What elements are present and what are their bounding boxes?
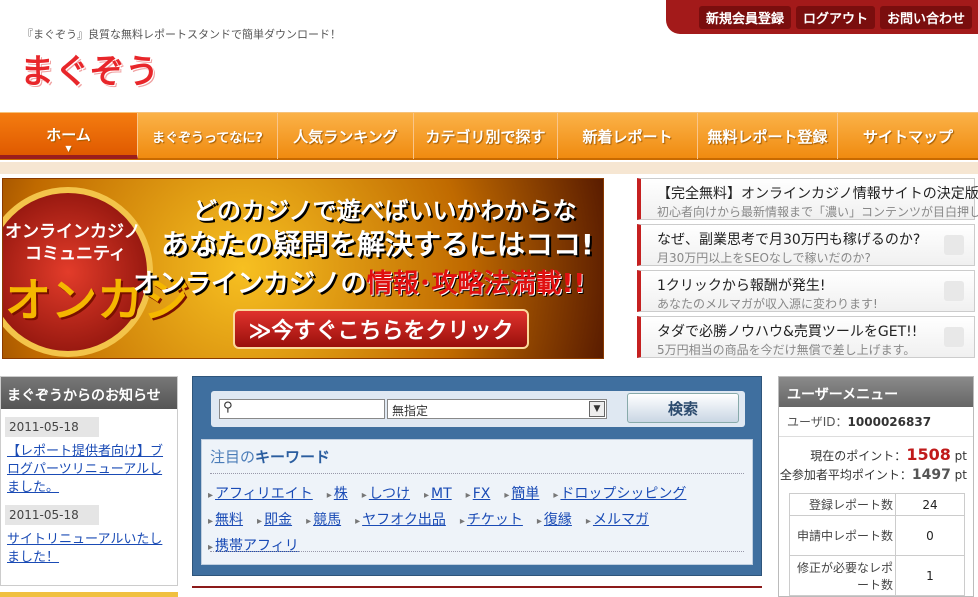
ad-item[interactable]: タダで必勝ノウハウ&売買ツールをGET!! 5万円相当の商品を今だけ無償で差し上げ… <box>637 316 975 358</box>
register-link[interactable]: 新規会員登録 <box>698 5 791 29</box>
search-row: ⚲ 無指定 ▼ 検索 <box>211 391 745 427</box>
news-panel: まぐぞうからのお知らせ 2011-05-18 【レポート提供者向け】ブログパーツ… <box>0 376 178 586</box>
keyword-link[interactable]: しつけ <box>362 482 410 508</box>
search-input[interactable] <box>219 399 385 419</box>
keyword-link[interactable]: ドロップシッピング <box>553 482 686 508</box>
ad-thumb-icon <box>944 281 964 301</box>
keyword-link[interactable]: 携帯アフィリ <box>208 534 299 560</box>
banner-headline2: あなたの疑問を解決するにはココ! <box>161 228 594 261</box>
news-link[interactable]: サイトリニューアルいたしました！ <box>7 531 171 567</box>
nav-under-strip <box>0 162 978 174</box>
search-button[interactable]: 検索 <box>627 393 739 423</box>
top-links: 新規会員登録 ログアウト お問い合わせ <box>666 0 978 34</box>
keyword-link[interactable]: 復縁 <box>537 508 572 534</box>
keyword-link[interactable]: チケット <box>460 508 523 534</box>
report-stats-table: 登録レポート数 24 申請中レポート数 0 修正が必要なレポート数 1 <box>789 493 965 596</box>
keyword-list: アフィリエイト 株 しつけ MT FX 簡単 ドロップシッピング 無料 即金 競… <box>202 474 752 568</box>
keyword-link[interactable]: 株 <box>327 482 348 508</box>
user-id: ユーザID：1000026837 <box>779 407 973 437</box>
table-row: 申請中レポート数 0 <box>789 515 965 556</box>
main-nav: ホーム ▼ まぐぞうってなに? 人気ランキング カテゴリ別で探す 新着レポート 無… <box>0 112 978 160</box>
nav-home[interactable]: ホーム ▼ <box>0 113 138 159</box>
keyword-link[interactable]: 競馬 <box>306 508 341 534</box>
nav-new-reports[interactable]: 新着レポート <box>558 113 698 159</box>
news-date: 2011-05-18 <box>5 417 99 437</box>
side-ads: 【完全無料】オンラインカジノ情報サイトの決定版 初心者向けから最新情報まで「濃い」… <box>637 178 978 362</box>
average-points: 全参加者平均ポイント：1497 pt <box>779 467 967 483</box>
keyword-link[interactable]: MT <box>424 482 452 508</box>
dropdown-arrow-icon: ▼ <box>589 401 605 417</box>
user-menu: ユーザーメニュー ユーザID：1000026837 現在のポイント：1508 p… <box>778 376 974 597</box>
news-header: まぐぞうからのお知らせ <box>1 377 177 409</box>
ad-thumb-icon <box>944 327 964 347</box>
keyword-link[interactable]: アフィリエイト <box>208 482 313 508</box>
keyword-link[interactable]: 簡単 <box>504 482 539 508</box>
nav-ranking[interactable]: 人気ランキング <box>278 113 414 159</box>
site-tagline: 『まぐぞう』良質な無料レポートスタンドで簡単ダウンロード！ <box>22 28 341 41</box>
keywords-box: 注目のキーワード アフィリエイト 株 しつけ MT FX 簡単 ドロップシッピン… <box>201 439 753 565</box>
casino-banner[interactable]: オンラインカジノ コミュニティ オンカジ どのカジノで遊べばいいかわからない‥ … <box>2 178 604 359</box>
center-bottom-bar <box>192 586 762 597</box>
contact-link[interactable]: お問い合わせ <box>879 5 972 29</box>
search-panel: ⚲ 無指定▼ 検索 注目のキーワード アフィリエイト 株 しつけ MT FX 簡… <box>192 376 762 576</box>
nav-register-report[interactable]: 無料レポート登録 <box>698 113 838 159</box>
keyword-link[interactable]: 無料 <box>208 508 243 534</box>
ad-item[interactable]: 【完全無料】オンラインカジノ情報サイトの決定版 初心者向けから最新情報まで「濃い」… <box>637 178 978 220</box>
caret-down-icon: ▼ <box>65 144 72 153</box>
current-points: 現在のポイント：1508 pt <box>810 445 967 464</box>
keyword-link[interactable]: メルマガ <box>586 508 649 534</box>
divider <box>210 551 744 552</box>
news-link[interactable]: 【レポート提供者向け】ブログパーツリニューアルしました。 <box>7 443 171 497</box>
nav-category[interactable]: カテゴリ別で探す <box>414 113 558 159</box>
keyword-link[interactable]: 即金 <box>257 508 292 534</box>
banner-emblem-text2: コミュニティ <box>25 244 126 264</box>
nav-about[interactable]: まぐぞうってなに? <box>138 113 278 159</box>
logout-link[interactable]: ログアウト <box>795 5 875 29</box>
table-row: 修正が必要なレポート数 1 <box>789 555 965 596</box>
user-menu-header: ユーザーメニュー <box>779 377 973 407</box>
news-bottom-bar <box>0 592 178 597</box>
keyword-link[interactable]: FX <box>466 482 491 508</box>
banner-cta-button[interactable]: ≫今すぐこちらをクリック <box>233 309 529 349</box>
banner-headline3: オンラインカジノの情報･攻略法満載!! <box>133 269 586 299</box>
ad-item[interactable]: 1クリックから報酬が発生! あなたのメルマガが収入源に変わります! <box>637 270 975 312</box>
keyword-link[interactable]: ヤフオク出品 <box>355 508 446 534</box>
nav-sitemap[interactable]: サイトマップ <box>838 113 978 159</box>
ad-thumb-icon <box>944 235 964 255</box>
site-logo[interactable]: まぐぞう <box>20 44 160 93</box>
ad-item[interactable]: なぜ、副業思考で月30万円も稼げるのか? 月30万円以上をSEOなしで稼いだのか? <box>637 224 975 266</box>
table-row: 登録レポート数 24 <box>789 493 965 516</box>
keywords-title: 注目のキーワード <box>210 448 331 466</box>
search-icon: ⚲ <box>223 400 233 415</box>
news-date: 2011-05-18 <box>5 505 99 525</box>
category-select[interactable]: 無指定 ▼ <box>387 399 607 419</box>
